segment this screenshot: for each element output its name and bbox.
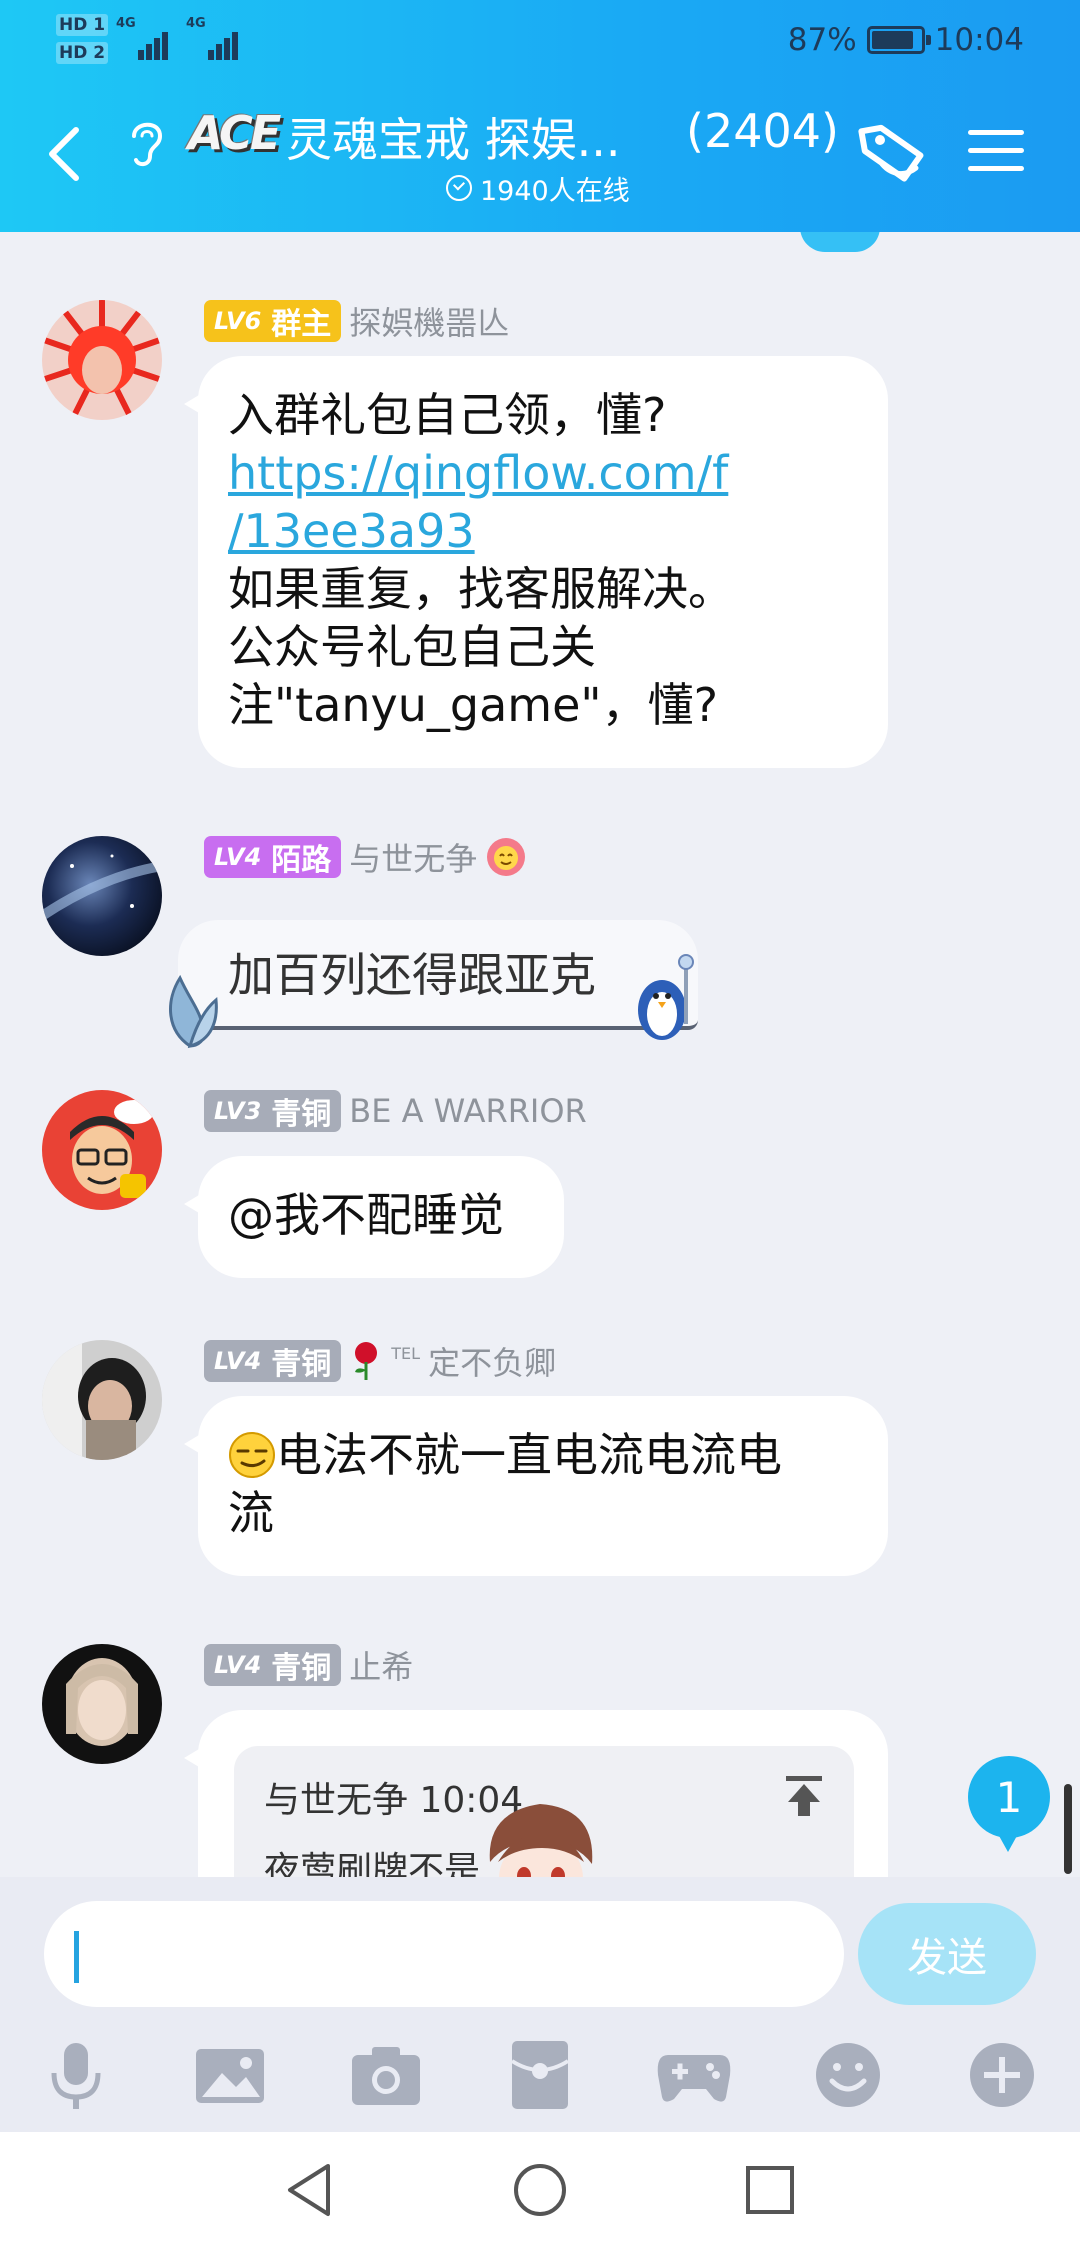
group-logo: ACE <box>188 106 281 160</box>
flower-emoji-icon <box>487 838 526 876</box>
level-badge: LV4 陌路 <box>204 836 342 878</box>
smirk-emoji-icon <box>229 1432 275 1478</box>
plus-icon[interactable] <box>962 2035 1042 2115</box>
leaf-decoration-icon <box>169 974 218 1049</box>
input-bar: 发送 <box>0 1877 1080 2027</box>
message-text: 入群礼包自己领，懂? <box>228 388 667 442</box>
sender-name[interactable]: 定不负卿 <box>428 1338 556 1384</box>
menu-icon[interactable] <box>968 130 1024 178</box>
group-title[interactable]: 灵魂宝戒 探娱... (2404) <box>286 104 846 164</box>
status-right: 87% 10:04 <box>788 18 1024 62</box>
status-bar: HD 1 HD 2 4G 4G 87% 10:04 <box>0 0 1080 80</box>
nav-recents-icon[interactable] <box>738 2158 802 2222</box>
battery-icon <box>866 26 931 54</box>
message-text: 如果重复，找客服解决。 <box>228 562 734 616</box>
sender-name[interactable]: BE A WARRIOR <box>349 1092 587 1130</box>
message-link[interactable]: /13ee3a93 <box>228 504 475 558</box>
clock: 10:04 <box>934 22 1024 58</box>
online-count: 1940人在线 <box>480 175 630 207</box>
sender-name[interactable]: 与世无争 <box>349 834 477 880</box>
level-badge: LV3 青铜 <box>204 1090 342 1132</box>
online-status: 1940人在线 <box>446 168 630 208</box>
quote-body: 夜莺刷牌不是 <box>264 1850 481 1877</box>
jump-to-top-icon[interactable] <box>784 1774 824 1818</box>
emoji-icon[interactable] <box>808 2035 888 2115</box>
system-navigation-bar <box>0 2132 1080 2244</box>
sender-name[interactable]: 探娯機噐亾 <box>349 298 509 344</box>
avatar[interactable] <box>42 1644 162 1764</box>
online-check-icon <box>446 175 472 201</box>
message-bubble[interactable]: 电法不就一直电流电流电 流 <box>184 1396 888 1576</box>
message-bubble[interactable]: 入群礼包自己领，懂? https://qingflow.com/f /13ee3… <box>184 356 888 768</box>
sender-name[interactable]: 止希 <box>349 1642 413 1688</box>
gamepad-icon[interactable] <box>654 2035 734 2115</box>
message-text: 注"tanyu_game"，懂? <box>228 678 718 732</box>
network-indicators: HD 1 HD 2 4G 4G <box>56 10 246 70</box>
avatar[interactable] <box>42 1090 162 1210</box>
signal-icon: 4G <box>186 16 246 60</box>
message-meta: LV3 青铜 BE A WARRIOR <box>204 1090 587 1132</box>
nav-home-icon[interactable] <box>508 2158 572 2222</box>
battery-percent: 87% <box>787 22 857 58</box>
avatar[interactable] <box>42 1340 162 1460</box>
hd1-badge: HD 1 <box>56 14 109 36</box>
text-caret <box>74 1931 79 1983</box>
message-text: @我不配睡觉 <box>228 1188 504 1242</box>
avatar[interactable] <box>42 300 162 420</box>
tag-share-icon[interactable] <box>856 120 932 190</box>
message-meta: LV4 青铜 TEL 定不负卿 <box>204 1340 556 1382</box>
scrollbar-thumb[interactable] <box>1064 1784 1072 1874</box>
level-badge: LV4 青铜 <box>204 1644 342 1686</box>
earpiece-mode-icon[interactable] <box>124 114 168 170</box>
camera-icon[interactable] <box>346 2035 426 2115</box>
hd2-badge: HD 2 <box>56 42 109 64</box>
message-input[interactable] <box>44 1901 844 2007</box>
unread-count-badge[interactable]: 1 <box>968 1756 1050 1852</box>
message-meta: LV4 陌路 与世无争 <box>204 836 527 878</box>
signal-icon: 4G <box>116 16 176 60</box>
chat-toolbar <box>0 2027 1080 2132</box>
message-text: 电法不就一直电流电流电 <box>276 1428 782 1482</box>
member-count: (2404) <box>686 104 839 158</box>
group-name: 灵魂宝戒 探娱... <box>286 113 621 164</box>
microphone-icon[interactable] <box>36 2035 116 2115</box>
message-meta: LV6 群主 探娯機噐亾 <box>204 300 509 342</box>
message-bubble[interactable]: @我不配睡觉 <box>184 1156 564 1278</box>
message-bubble[interactable]: 加百列还得跟亚克 <box>178 920 698 1030</box>
send-button[interactable]: 发送 <box>858 1903 1036 2005</box>
image-icon[interactable] <box>190 2035 270 2115</box>
penguin-decoration-icon <box>638 954 694 1040</box>
level-badge: LV6 群主 <box>204 300 342 342</box>
nav-back-icon[interactable] <box>278 2158 342 2222</box>
previous-message-bubble <box>800 232 880 252</box>
back-arrow-icon[interactable] <box>44 124 84 184</box>
rose-icon <box>355 1342 378 1380</box>
message-text: 流 <box>228 1486 274 1540</box>
message-list[interactable]: LV6 群主 探娯機噐亾 入群礼包自己领，懂? https://qingflow… <box>0 232 1080 1877</box>
message-text: 公众号礼包自己关 <box>228 620 596 674</box>
message-link[interactable]: https://qingflow.com/f <box>228 446 728 500</box>
red-packet-icon[interactable] <box>500 2035 580 2115</box>
chat-header: HD 1 HD 2 4G 4G 87% 10:04 ACE 灵魂宝戒 探娱...… <box>0 0 1080 232</box>
message-meta: LV4 青铜 止希 <box>204 1644 413 1686</box>
sender-prefix: TEL <box>391 1344 421 1363</box>
level-badge: LV4 青铜 <box>204 1340 342 1382</box>
